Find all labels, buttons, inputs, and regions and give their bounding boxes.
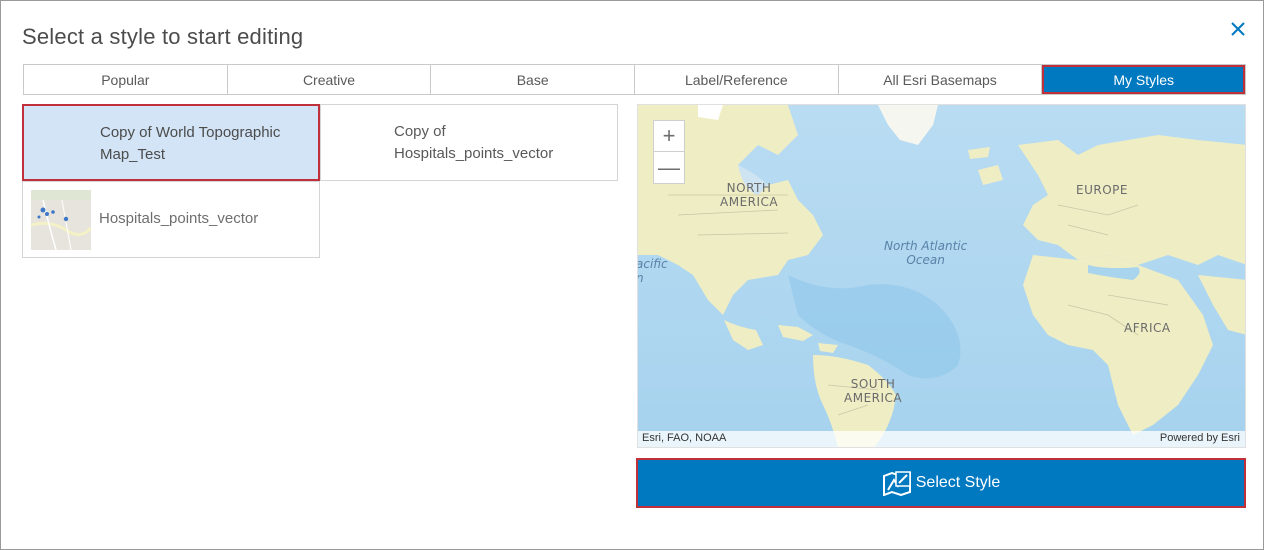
basemap-image — [638, 105, 1245, 447]
map-edit-icon — [882, 471, 911, 496]
tab-label-reference[interactable]: Label/Reference — [635, 65, 839, 94]
style-item-name: Hospitals_points_vector — [99, 210, 259, 227]
style-item-world-topographic[interactable]: Copy of World Topographic Map_Test — [22, 104, 320, 181]
style-item-copy-hospitals[interactable]: Copy of Hospitals_points_vector — [320, 104, 618, 181]
map-label-south-america: SOUTH AMERICA — [844, 377, 903, 405]
tab-creative[interactable]: Creative — [227, 65, 432, 94]
map-label-africa: AFRICA — [1124, 321, 1171, 335]
select-style-label: Select Style — [915, 474, 1001, 491]
map-attribution: Esri, FAO, NOAA Powered by Esri — [638, 431, 1245, 447]
zoom-out-button[interactable]: — — [654, 152, 684, 183]
style-dialog: Select a style to start editing Popular … — [0, 0, 1264, 550]
tab-base[interactable]: Base — [431, 65, 636, 94]
style-item-name: Copy of World Topographic Map_Test — [100, 124, 281, 163]
style-item-hospitals[interactable]: Hospitals_points_vector — [22, 181, 320, 258]
map-label-pacific: acific n — [637, 257, 668, 285]
tab-my-styles[interactable]: My Styles — [1042, 65, 1246, 94]
map-label-europe: EUROPE — [1076, 183, 1128, 197]
tab-popular[interactable]: Popular — [24, 65, 228, 94]
attribution-sources: Esri, FAO, NOAA — [642, 432, 727, 444]
style-list: Copy of World Topographic Map_Test Copy … — [22, 104, 618, 258]
map-label-north-america: NORTH AMERICA — [720, 181, 779, 209]
close-icon[interactable] — [1227, 18, 1249, 40]
dialog-title: Select a style to start editing — [22, 24, 304, 49]
map-label-north-atlantic: North Atlantic Ocean — [884, 239, 968, 267]
zoom-in-button[interactable]: + — [654, 121, 684, 152]
map-thumbnail-icon — [31, 190, 91, 250]
tab-all-esri-basemaps[interactable]: All Esri Basemaps — [838, 65, 1043, 94]
style-item-name: Copy of Hospitals_points_vector — [394, 123, 554, 162]
map-preview[interactable]: + — NORTH AMERICA EUROPE North Atlantic … — [637, 104, 1246, 448]
zoom-controls: + — — [653, 120, 685, 184]
select-style-button[interactable]: Select Style — [636, 458, 1246, 508]
powered-by-esri[interactable]: Powered by Esri — [1160, 432, 1240, 444]
style-category-tabs: Popular Creative Base Label/Reference Al… — [23, 64, 1246, 95]
